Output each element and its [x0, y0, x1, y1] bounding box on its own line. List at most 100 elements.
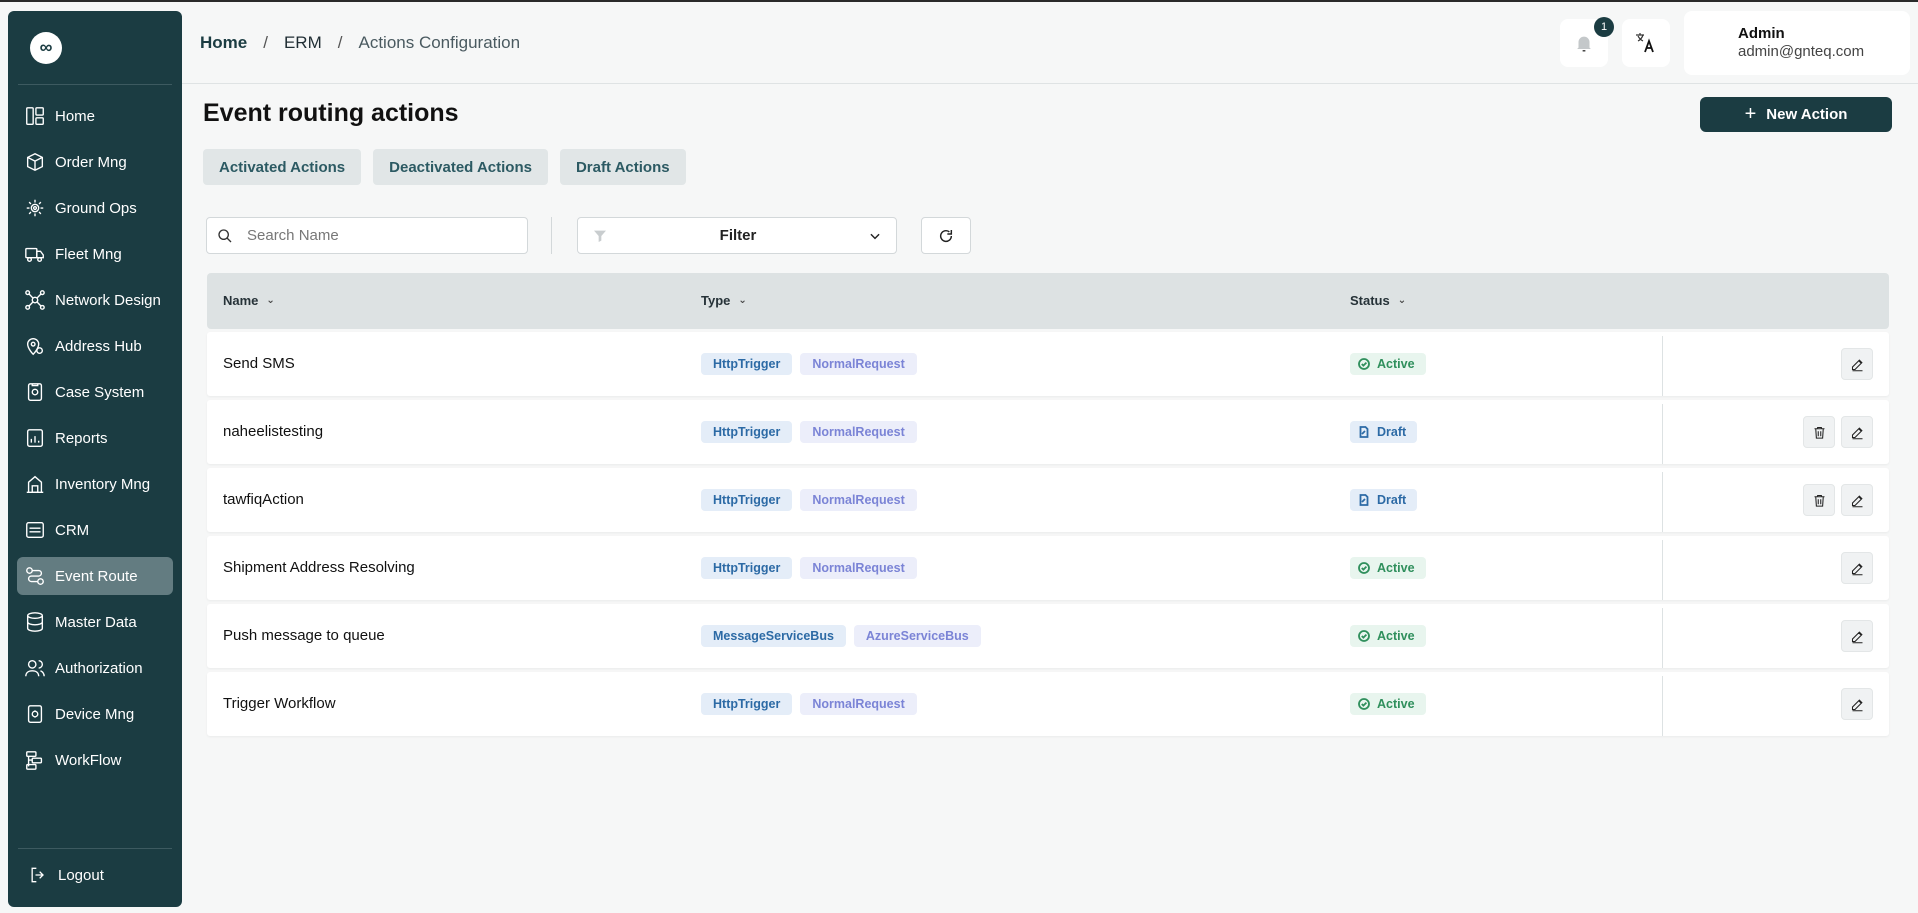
breadcrumb-home[interactable]: Home — [200, 33, 247, 53]
check-circle-icon — [1358, 562, 1370, 574]
status-label: Draft — [1377, 493, 1407, 507]
device-icon — [23, 702, 47, 726]
refresh-button[interactable] — [921, 217, 971, 254]
search-input[interactable] — [247, 227, 507, 244]
users-icon — [23, 656, 47, 680]
pencil-icon — [1851, 698, 1863, 711]
row-divider — [1662, 404, 1663, 464]
sidebar-item-authorization[interactable]: Authorization — [17, 649, 173, 687]
edit-button[interactable] — [1841, 688, 1873, 720]
sidebar-item-label: WorkFlow — [55, 751, 122, 769]
tab-activated-actions[interactable]: Activated Actions — [203, 149, 362, 185]
edit-button[interactable] — [1841, 484, 1873, 516]
status-badge: Draft — [1350, 489, 1418, 511]
sidebar-item-label: Case System — [55, 383, 145, 401]
subtype-tag: NormalRequest — [800, 557, 917, 579]
row-divider — [1662, 676, 1663, 736]
table-row[interactable]: Shipment Address Resolving HttpTrigger N… — [207, 536, 1889, 600]
column-header-status[interactable]: Status ⌄ — [1350, 293, 1406, 308]
language-button[interactable] — [1622, 19, 1670, 67]
crm-icon — [23, 518, 47, 542]
case-icon — [23, 380, 47, 404]
row-name: Send SMS — [223, 355, 295, 372]
notifications-button[interactable]: 1 — [1560, 17, 1614, 67]
header-actions: 1 Admin admin@gnteq.com — [1560, 11, 1910, 75]
app-logo[interactable]: ∞ — [30, 31, 62, 64]
row-name: Shipment Address Resolving — [223, 559, 415, 576]
sidebar-item-ground-ops[interactable]: Ground Ops — [17, 189, 173, 227]
workflow-icon — [23, 748, 47, 772]
sidebar-item-case-system[interactable]: Case System — [17, 373, 173, 411]
pencil-icon — [1851, 630, 1863, 643]
row-name: naheelistesting — [223, 423, 324, 440]
draft-file-icon — [1359, 494, 1369, 506]
row-name: Push message to queue — [223, 627, 385, 644]
check-circle-icon — [1358, 630, 1370, 642]
status-badge: Active — [1350, 353, 1426, 375]
search-icon — [218, 228, 232, 242]
status-label: Active — [1377, 357, 1415, 371]
row-type: HttpTrigger NormalRequest — [701, 489, 925, 511]
filter-label: Filter — [719, 227, 757, 244]
sidebar-item-fleet-mng[interactable]: Fleet Mng — [17, 235, 173, 273]
sidebar-item-crm[interactable]: CRM — [17, 511, 173, 549]
filter-dropdown[interactable]: Filter — [577, 217, 897, 254]
new-action-button[interactable]: + New Action — [1700, 97, 1892, 132]
row-divider — [1662, 608, 1663, 668]
edit-button[interactable] — [1841, 416, 1873, 448]
location-icon — [23, 334, 47, 358]
sidebar-item-event-route[interactable]: Event Route — [17, 557, 173, 595]
trash-icon — [1814, 494, 1824, 507]
subtype-tag: NormalRequest — [800, 693, 917, 715]
logout-button[interactable]: Logout — [28, 865, 172, 885]
edit-button[interactable] — [1841, 620, 1873, 652]
breadcrumb-erm[interactable]: ERM — [284, 33, 322, 53]
page-title: Event routing actions — [203, 99, 459, 127]
table-row[interactable]: tawfiqAction HttpTrigger NormalRequest D… — [207, 468, 1889, 532]
row-divider — [1662, 336, 1663, 396]
sidebar-item-reports[interactable]: Reports — [17, 419, 173, 457]
row-divider — [1662, 472, 1663, 532]
truck-icon — [23, 242, 47, 266]
row-type: MessageServiceBus AzureServiceBus — [701, 625, 989, 647]
sidebar-item-master-data[interactable]: Master Data — [17, 603, 173, 641]
sidebar-item-inventory-mng[interactable]: Inventory Mng — [17, 465, 173, 503]
status-badge: Active — [1350, 557, 1426, 579]
type-tag: HttpTrigger — [701, 557, 793, 579]
type-tag: MessageServiceBus — [701, 625, 846, 647]
sidebar-item-label: CRM — [55, 521, 90, 539]
table-row[interactable]: Push message to queue MessageServiceBus … — [207, 604, 1889, 668]
sidebar-item-label: Authorization — [55, 659, 143, 677]
sidebar-item-order-mng[interactable]: Order Mng — [17, 143, 173, 181]
row-status: Active — [1350, 557, 1426, 579]
type-tag: HttpTrigger — [701, 489, 793, 511]
sidebar-item-workflow[interactable]: WorkFlow — [17, 741, 173, 779]
user-profile[interactable]: Admin admin@gnteq.com — [1684, 11, 1910, 75]
pencil-icon — [1851, 426, 1863, 439]
table-row[interactable]: naheelistesting HttpTrigger NormalReques… — [207, 400, 1889, 464]
tab-deactivated-actions[interactable]: Deactivated Actions — [373, 149, 548, 185]
column-label: Name — [223, 293, 259, 308]
table-row[interactable]: Send SMS HttpTrigger NormalRequest Activ… — [207, 332, 1889, 396]
sidebar-item-device-mng[interactable]: Device Mng — [17, 695, 173, 733]
table-row[interactable]: Trigger Workflow HttpTrigger NormalReque… — [207, 672, 1889, 736]
status-label: Active — [1377, 697, 1415, 711]
check-circle-icon — [1358, 698, 1370, 710]
network-icon — [23, 288, 47, 312]
sidebar-item-network-design[interactable]: Network Design — [17, 281, 173, 319]
sidebar-item-address-hub[interactable]: Address Hub — [17, 327, 173, 365]
status-label: Active — [1377, 561, 1415, 575]
edit-button[interactable] — [1841, 552, 1873, 584]
column-header-type[interactable]: Type ⌄ — [701, 293, 747, 308]
tab-draft-actions[interactable]: Draft Actions — [559, 149, 686, 185]
pencil-icon — [1851, 562, 1863, 575]
delete-button[interactable] — [1803, 484, 1835, 516]
column-header-name[interactable]: Name ⌄ — [223, 293, 275, 308]
delete-button[interactable] — [1803, 416, 1835, 448]
subtype-tag: NormalRequest — [800, 489, 917, 511]
sidebar-item-home[interactable]: Home — [17, 97, 173, 135]
row-actions — [1797, 416, 1873, 448]
edit-button[interactable] — [1841, 348, 1873, 380]
pencil-icon — [1851, 494, 1863, 507]
row-status: Active — [1350, 353, 1426, 375]
